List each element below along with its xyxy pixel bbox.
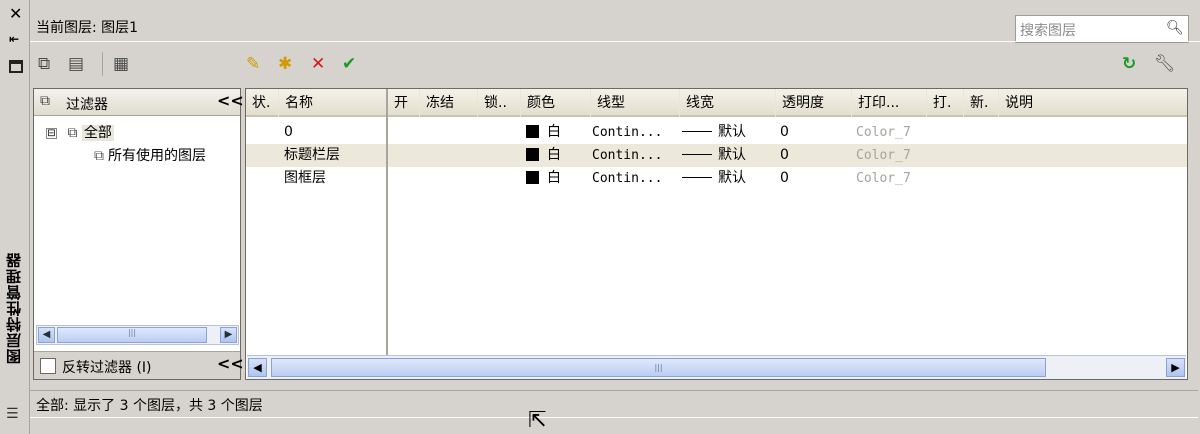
layer-transparency[interactable]: 0 [780, 121, 789, 144]
color-swatch [526, 148, 539, 161]
layer-lineweight[interactable]: 默认 [682, 144, 746, 167]
status-text: 全部: 显示了 3 个图层，共 3 个图层 [36, 398, 263, 414]
mouse-cursor-icon: ⇱ [528, 408, 547, 433]
layer-linetype[interactable]: Contin... [592, 121, 662, 144]
layer-transparency[interactable]: 0 [780, 167, 789, 190]
color-swatch [526, 171, 539, 184]
col-lineweight[interactable]: 线宽 [680, 89, 776, 117]
palette-title: 图层特性管理器 [5, 252, 23, 364]
layer-name[interactable]: 0 [284, 121, 293, 144]
col-name[interactable]: 名称 [279, 89, 388, 117]
scroll-left-icon[interactable]: ◀ [248, 358, 267, 377]
toolbar-separator [102, 52, 103, 76]
tree-item-all[interactable]: ⊟ ⧉ 全部 [46, 122, 114, 142]
col-status[interactable]: 状. [246, 89, 279, 117]
status-bar: 全部: 显示了 3 个图层，共 3 个图层 [30, 390, 1198, 418]
layer-grid: 状. 名称 开 冻结 锁.. 颜色 线型 线宽 透明度 打印... 打. 新. … [245, 88, 1188, 380]
layer-linetype[interactable]: Contin... [592, 144, 662, 167]
collapse-filter-button[interactable]: << [217, 91, 244, 110]
lineweight-label: 默认 [718, 124, 746, 140]
layer-name[interactable]: 标题栏层 [284, 144, 340, 167]
invert-filter-checkbox[interactable] [40, 358, 56, 374]
color-label: 白 [547, 124, 561, 140]
autohide-icon[interactable]: ⇤ [9, 32, 19, 46]
set-current-icon[interactable]: ✔ [342, 52, 356, 76]
col-plot-style[interactable]: 打印... [852, 89, 927, 117]
filter-header: ⧉ 过滤器 << [34, 89, 244, 116]
search-placeholder: 搜索图层 [1020, 23, 1076, 39]
refresh-icon[interactable]: ↻ [1122, 52, 1136, 76]
collapse-panel-button[interactable]: << [217, 354, 244, 373]
new-group-filter-icon[interactable]: ▤ [68, 52, 84, 76]
filter-h-scrollbar[interactable]: ◀ ||| ▶ [36, 325, 239, 345]
color-label: 白 [547, 147, 561, 163]
lineweight-label: 默认 [718, 147, 746, 163]
color-label: 白 [547, 170, 561, 186]
filter-icon: ⧉ [94, 148, 104, 164]
col-linetype[interactable]: 线型 [591, 89, 680, 117]
search-input[interactable]: 搜索图层 🔍︎ [1015, 15, 1189, 43]
col-lock[interactable]: 锁.. [478, 89, 521, 117]
grid-splitter[interactable] [386, 89, 388, 355]
col-color[interactable]: 颜色 [521, 89, 591, 117]
close-icon[interactable]: ✕ [9, 4, 22, 23]
col-plot[interactable]: 打. [927, 89, 964, 117]
filter-header-label: 过滤器 [66, 97, 108, 113]
col-on[interactable]: 开 [388, 89, 420, 117]
grid-h-scrollbar[interactable]: ◀ ||| ▶ [247, 355, 1186, 379]
delete-layer-icon[interactable]: ✕ [311, 52, 325, 76]
layer-lineweight[interactable]: 默认 [682, 121, 746, 144]
layer-color[interactable]: 白 [526, 121, 561, 144]
properties-icon[interactable] [9, 60, 23, 73]
new-layer-icon[interactable]: ✎ [246, 52, 260, 76]
new-property-filter-icon[interactable]: ⧉ [38, 52, 50, 76]
layer-states-manager-icon[interactable]: ▦ [113, 52, 129, 76]
col-new-vp-freeze[interactable]: 新. [964, 89, 999, 117]
filter-panel: ⧉ 过滤器 << ⊟ ⧉ 全部 ⧉ 所有使用的图层 ◀ ||| ▶ 反转过滤器 (… [33, 88, 244, 380]
tree-expander[interactable]: ⊟ [46, 127, 57, 139]
layer-plot-style: Color_7 [856, 171, 911, 186]
search-icon[interactable]: 🔍︎ [1166, 20, 1184, 36]
scroll-thumb[interactable]: ||| [57, 327, 207, 343]
col-freeze[interactable]: 冻结 [420, 89, 478, 117]
layer-stack-icon: ⧉ [67, 125, 78, 141]
lineweight-sample [682, 154, 712, 155]
layer-lineweight[interactable]: 默认 [682, 167, 746, 190]
scroll-right-icon[interactable]: ▶ [1166, 358, 1185, 377]
invert-filter-label[interactable]: 反转过滤器 (I) [62, 357, 152, 377]
col-transparency[interactable]: 透明度 [776, 89, 852, 117]
layers-icon: ☰ [6, 406, 19, 422]
lineweight-sample [682, 177, 712, 178]
layer-color[interactable]: 白 [526, 144, 561, 167]
current-layer-label: 当前图层: 图层1 [36, 20, 139, 36]
tree-item-label: 所有使用的图层 [108, 148, 206, 164]
col-description[interactable]: 说明 [999, 89, 1187, 117]
layer-name[interactable]: 图框层 [284, 167, 326, 190]
lineweight-sample [682, 131, 712, 132]
scroll-left-icon[interactable]: ◀ [38, 327, 55, 343]
tree-item-used-layers[interactable]: ⧉ 所有使用的图层 [94, 145, 206, 165]
tree-item-label: 全部 [81, 125, 114, 141]
settings-icon[interactable]: 🔧︎ [1154, 52, 1176, 76]
layer-transparency[interactable]: 0 [780, 144, 789, 167]
layer-plot-style: Color_7 [856, 148, 911, 163]
palette-title-strip: ✕ ⇤ 图层特性管理器 ☰ [0, 0, 30, 434]
layer-manager: 当前图层: 图层1 搜索图层 🔍︎ ⧉ ▤ ▦ ✎ ✱ ✕ ✔ ↻ 🔧︎ ⧉ 过… [30, 0, 1200, 434]
filter-icon: ⧉ [40, 93, 50, 109]
scroll-right-icon[interactable]: ▶ [220, 327, 237, 343]
lineweight-label: 默认 [718, 170, 746, 186]
color-swatch [526, 125, 539, 138]
scroll-thumb[interactable]: ||| [271, 358, 1046, 377]
new-layer-vp-frozen-icon[interactable]: ✱ [278, 52, 292, 76]
invert-filter-row: 反转过滤器 (I) << [34, 351, 244, 379]
layer-linetype[interactable]: Contin... [592, 167, 662, 190]
layer-plot-style: Color_7 [856, 125, 911, 140]
layer-color[interactable]: 白 [526, 167, 561, 190]
divider [30, 41, 1200, 42]
